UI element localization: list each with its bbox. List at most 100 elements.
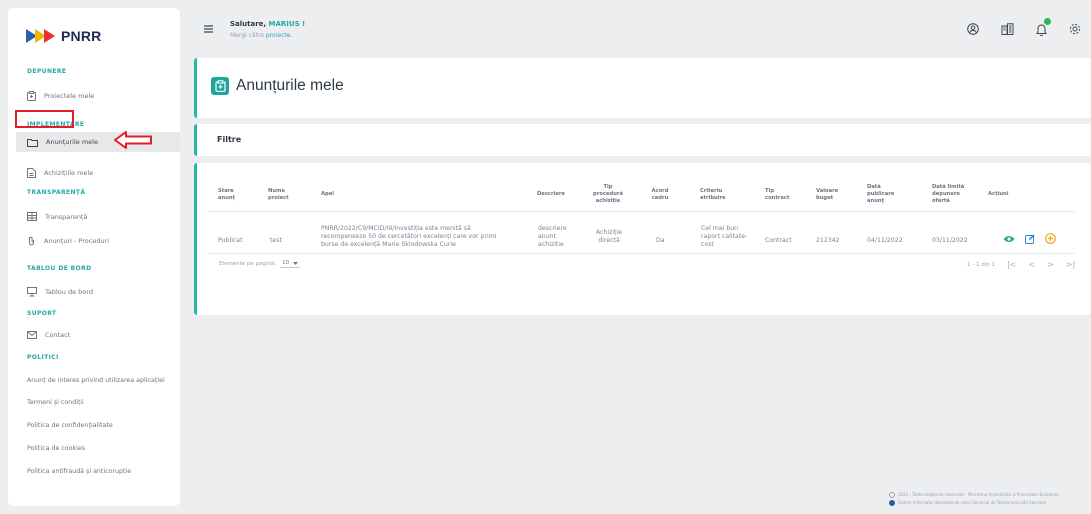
bell-icon[interactable] xyxy=(1033,18,1051,37)
sidebar-link-confidentialitate[interactable]: Politica de confidențialitate xyxy=(27,422,113,429)
cell-stare: Publicat xyxy=(218,237,243,244)
sidebar-link-termeni[interactable]: Termeni și condiții xyxy=(27,399,84,406)
sidebar-item-contact[interactable]: Contact xyxy=(27,331,70,339)
sidebar-item-label: Transparență xyxy=(45,212,88,221)
page-title: Anunțurile mele xyxy=(236,77,344,94)
user-icon[interactable] xyxy=(965,21,981,37)
notification-badge xyxy=(1044,18,1051,25)
sidebar-link-cookies[interactable]: Politica de cookies xyxy=(27,445,85,452)
col-header-data-publicare[interactable]: Dată publicare anunț xyxy=(867,184,894,205)
cell-tip-contract: Contract xyxy=(765,237,792,244)
goto-text: Mergi către proiecte. xyxy=(230,32,292,39)
items-per-page-select[interactable]: 10 xyxy=(280,260,301,268)
header-divider xyxy=(207,211,1075,212)
filters-title: Filtre xyxy=(217,135,242,144)
col-header-criteriu[interactable]: Criteriu atribuire xyxy=(700,188,726,202)
pnrr-logo-icon xyxy=(26,29,55,43)
footer-copyright: 2022 - Toate drepturile rezervate - Mini… xyxy=(898,492,1059,497)
cell-valoare: 212342 xyxy=(816,237,840,244)
clipboard-icon xyxy=(27,91,36,101)
chevron-down-icon xyxy=(293,261,299,265)
footer-developer: Sistem informatic dezvoltat de către Ser… xyxy=(898,500,1046,505)
col-header-nume[interactable]: Nume proiect xyxy=(268,188,289,202)
goto-prefix: Mergi către xyxy=(230,32,264,39)
clipboard-icon xyxy=(211,77,229,95)
row-actions xyxy=(1003,233,1056,244)
sidebar-item-label: Anunțuri - Proceduri xyxy=(44,237,110,245)
last-page-icon[interactable]: >| xyxy=(1066,260,1075,269)
sidebar: PNRR DEPUNERE Proiectele mele IMPLEMENTA… xyxy=(8,8,180,506)
col-header-stare[interactable]: Stare anunț xyxy=(218,188,235,202)
logo-text: PNRR xyxy=(61,28,102,44)
greeting: Salutare, MARIUS ! xyxy=(230,20,305,28)
pnrr-logo[interactable]: PNRR xyxy=(26,28,101,44)
sidebar-item-tablou[interactable]: Tablou de bord xyxy=(27,287,93,297)
cell-data-publicare: 04/11/2022 xyxy=(867,237,903,244)
col-header-apel[interactable]: Apel xyxy=(321,191,334,198)
annotation-highlight-box xyxy=(15,110,74,128)
announcements-table: Stare anunț Nume proiect Apel Descriere Ti… xyxy=(194,163,1091,315)
document-icon xyxy=(27,168,36,178)
section-depunere: DEPUNERE xyxy=(27,68,67,75)
section-tablou: TABLOU DE BORD xyxy=(27,265,92,272)
folder-icon xyxy=(27,138,38,147)
col-header-valoare[interactable]: Valoare buget xyxy=(816,188,838,202)
section-politici: POLITICI xyxy=(27,354,59,361)
first-page-icon[interactable]: |< xyxy=(1007,260,1016,269)
sidebar-link-anunt-interes[interactable]: Anunț de interes privind utilizarea apli… xyxy=(27,377,165,384)
pagination-range: 1 - 1 din 1 xyxy=(967,261,995,268)
sidebar-item-label: Tablou de bord xyxy=(45,288,93,296)
col-header-actiuni: Acțiuni xyxy=(988,191,1009,197)
pagination: 1 - 1 din 1 |< < > >| xyxy=(967,260,1075,269)
add-circle-icon[interactable] xyxy=(1045,233,1056,244)
items-per-page-label: Elemente pe pagină: xyxy=(219,261,277,267)
sidebar-link-antifrauda[interactable]: Politica antifraudă și anticorupție xyxy=(27,468,131,475)
sidebar-item-label: Achizițiile mele xyxy=(44,169,94,177)
footer: 2022 - Toate drepturile rezervate - Mini… xyxy=(889,491,1059,507)
next-page-icon[interactable]: > xyxy=(1047,260,1054,269)
section-transparenta: TRANSPARENȚĂ xyxy=(27,189,86,196)
page-title-card: Anunțurile mele xyxy=(194,58,1091,118)
sidebar-item-proiecte[interactable]: Proiectele mele xyxy=(27,91,94,101)
col-header-acord[interactable]: Acord cadru xyxy=(649,188,671,202)
prev-page-icon[interactable]: < xyxy=(1028,260,1035,269)
copyright-icon xyxy=(889,492,895,498)
row-divider xyxy=(207,253,1075,254)
user-name: MARIUS ! xyxy=(268,20,306,28)
sidebar-item-anunturi-proceduri[interactable]: Anunțuri - Proceduri xyxy=(27,236,109,246)
sidebar-item-label: Anunțurile mele xyxy=(46,138,98,146)
edit-icon[interactable] xyxy=(1025,233,1035,244)
greeting-text: Salutare, xyxy=(230,20,267,28)
col-header-tip-contract[interactable]: Tip contract xyxy=(765,188,789,202)
sidebar-item-transparenta[interactable]: Transparență xyxy=(27,212,87,221)
annotation-arrow-icon xyxy=(114,131,152,149)
sidebar-item-label: Proiectele mele xyxy=(44,92,95,100)
cell-tip-procedura: Achiziție directă xyxy=(595,229,623,244)
cell-criteriu: Cel mai bun raport calitate-cost xyxy=(701,225,748,248)
col-header-descriere[interactable]: Descriere xyxy=(537,191,565,198)
section-suport: SUPORT xyxy=(27,310,57,317)
items-per-page: Elemente pe pagină: 10 xyxy=(219,260,301,268)
cell-apel: PNRR/2022/C9/MCID/I9/Investiția este men… xyxy=(321,225,497,248)
sidebar-item-achizitii[interactable]: Achizițiile mele xyxy=(27,168,93,178)
cell-descriere: descriere anunt achizitie xyxy=(538,225,567,248)
table-icon xyxy=(27,212,37,221)
filters-panel[interactable]: Filtre xyxy=(194,124,1091,156)
cell-nume: test xyxy=(270,237,282,244)
buildings-icon[interactable] xyxy=(999,21,1015,37)
top-header: Salutare, MARIUS ! Mergi către proiecte. xyxy=(186,8,1091,48)
sidebar-item-anunturi[interactable]: Anunțurile mele xyxy=(16,132,180,152)
cell-acord: Da xyxy=(656,237,665,244)
menu-icon[interactable] xyxy=(204,25,213,33)
col-header-data-limita[interactable]: Dată limită depunere ofertă xyxy=(932,184,964,205)
mail-icon xyxy=(27,331,37,339)
paperclip-icon xyxy=(29,236,34,246)
goto-projects-link[interactable]: proiecte. xyxy=(266,32,292,39)
header-icons xyxy=(965,18,1083,37)
settings-gear-icon[interactable] xyxy=(1067,21,1083,37)
sidebar-item-label: Contact xyxy=(45,331,71,339)
monitor-icon xyxy=(27,287,37,297)
view-eye-icon[interactable] xyxy=(1003,235,1015,243)
col-header-tip-procedura[interactable]: Tip procedură achiziție xyxy=(593,184,623,205)
sts-logo-icon xyxy=(889,500,895,506)
